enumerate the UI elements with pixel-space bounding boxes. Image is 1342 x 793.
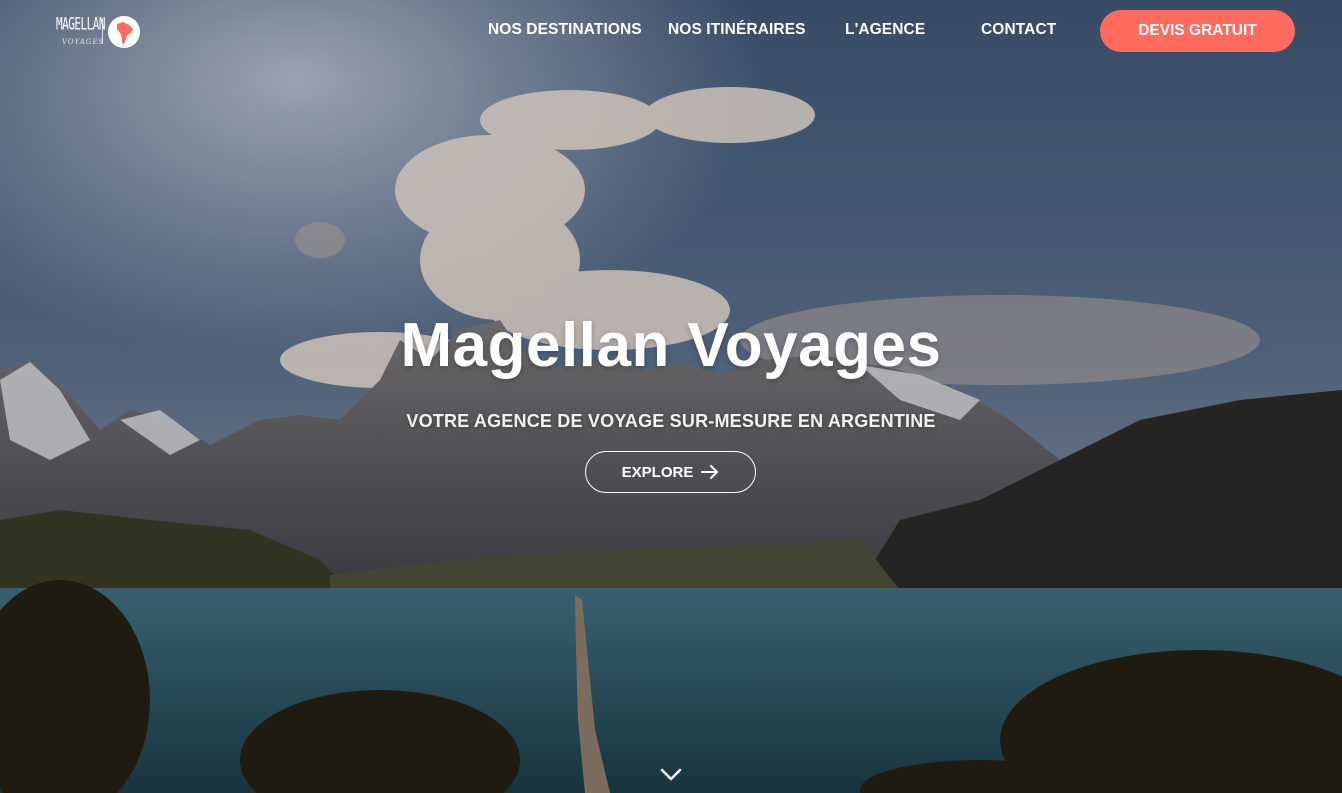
chevron-down-icon[interactable] [659,765,683,785]
free-quote-button-label: DEVIS GRATUIT [1138,22,1257,39]
hero-section: MAGELLAN VOYAGES NOS DESTINATIONS NOS IT… [0,0,1342,793]
logo-wordmark: MAGELLAN [56,14,105,34]
free-quote-button[interactable]: DEVIS GRATUIT [1100,10,1295,52]
logo-divider [102,18,103,44]
logo-subtitle: VOYAGES [62,38,105,46]
site-logo[interactable]: MAGELLAN VOYAGES [56,12,146,52]
nav-item-destinations[interactable]: NOS DESTINATIONS [488,21,642,41]
hero-title: Magellan Voyages [400,311,942,380]
south-america-globe-icon [108,16,140,48]
explore-button-label: EXPLORE [621,463,694,481]
nav-item-contact[interactable]: CONTACT [981,21,1056,41]
nav-item-agence[interactable]: L'AGENCE [845,21,925,41]
hero-background-image [0,0,1342,793]
arrow-right-icon [701,465,719,479]
nav-item-itineraires[interactable]: NOS ITINÉRAIRES [668,21,806,41]
explore-button[interactable]: EXPLORE [585,451,756,493]
hero-subtitle: VOTRE AGENCE DE VOYAGE SUR-MESURE EN ARG… [406,411,936,431]
